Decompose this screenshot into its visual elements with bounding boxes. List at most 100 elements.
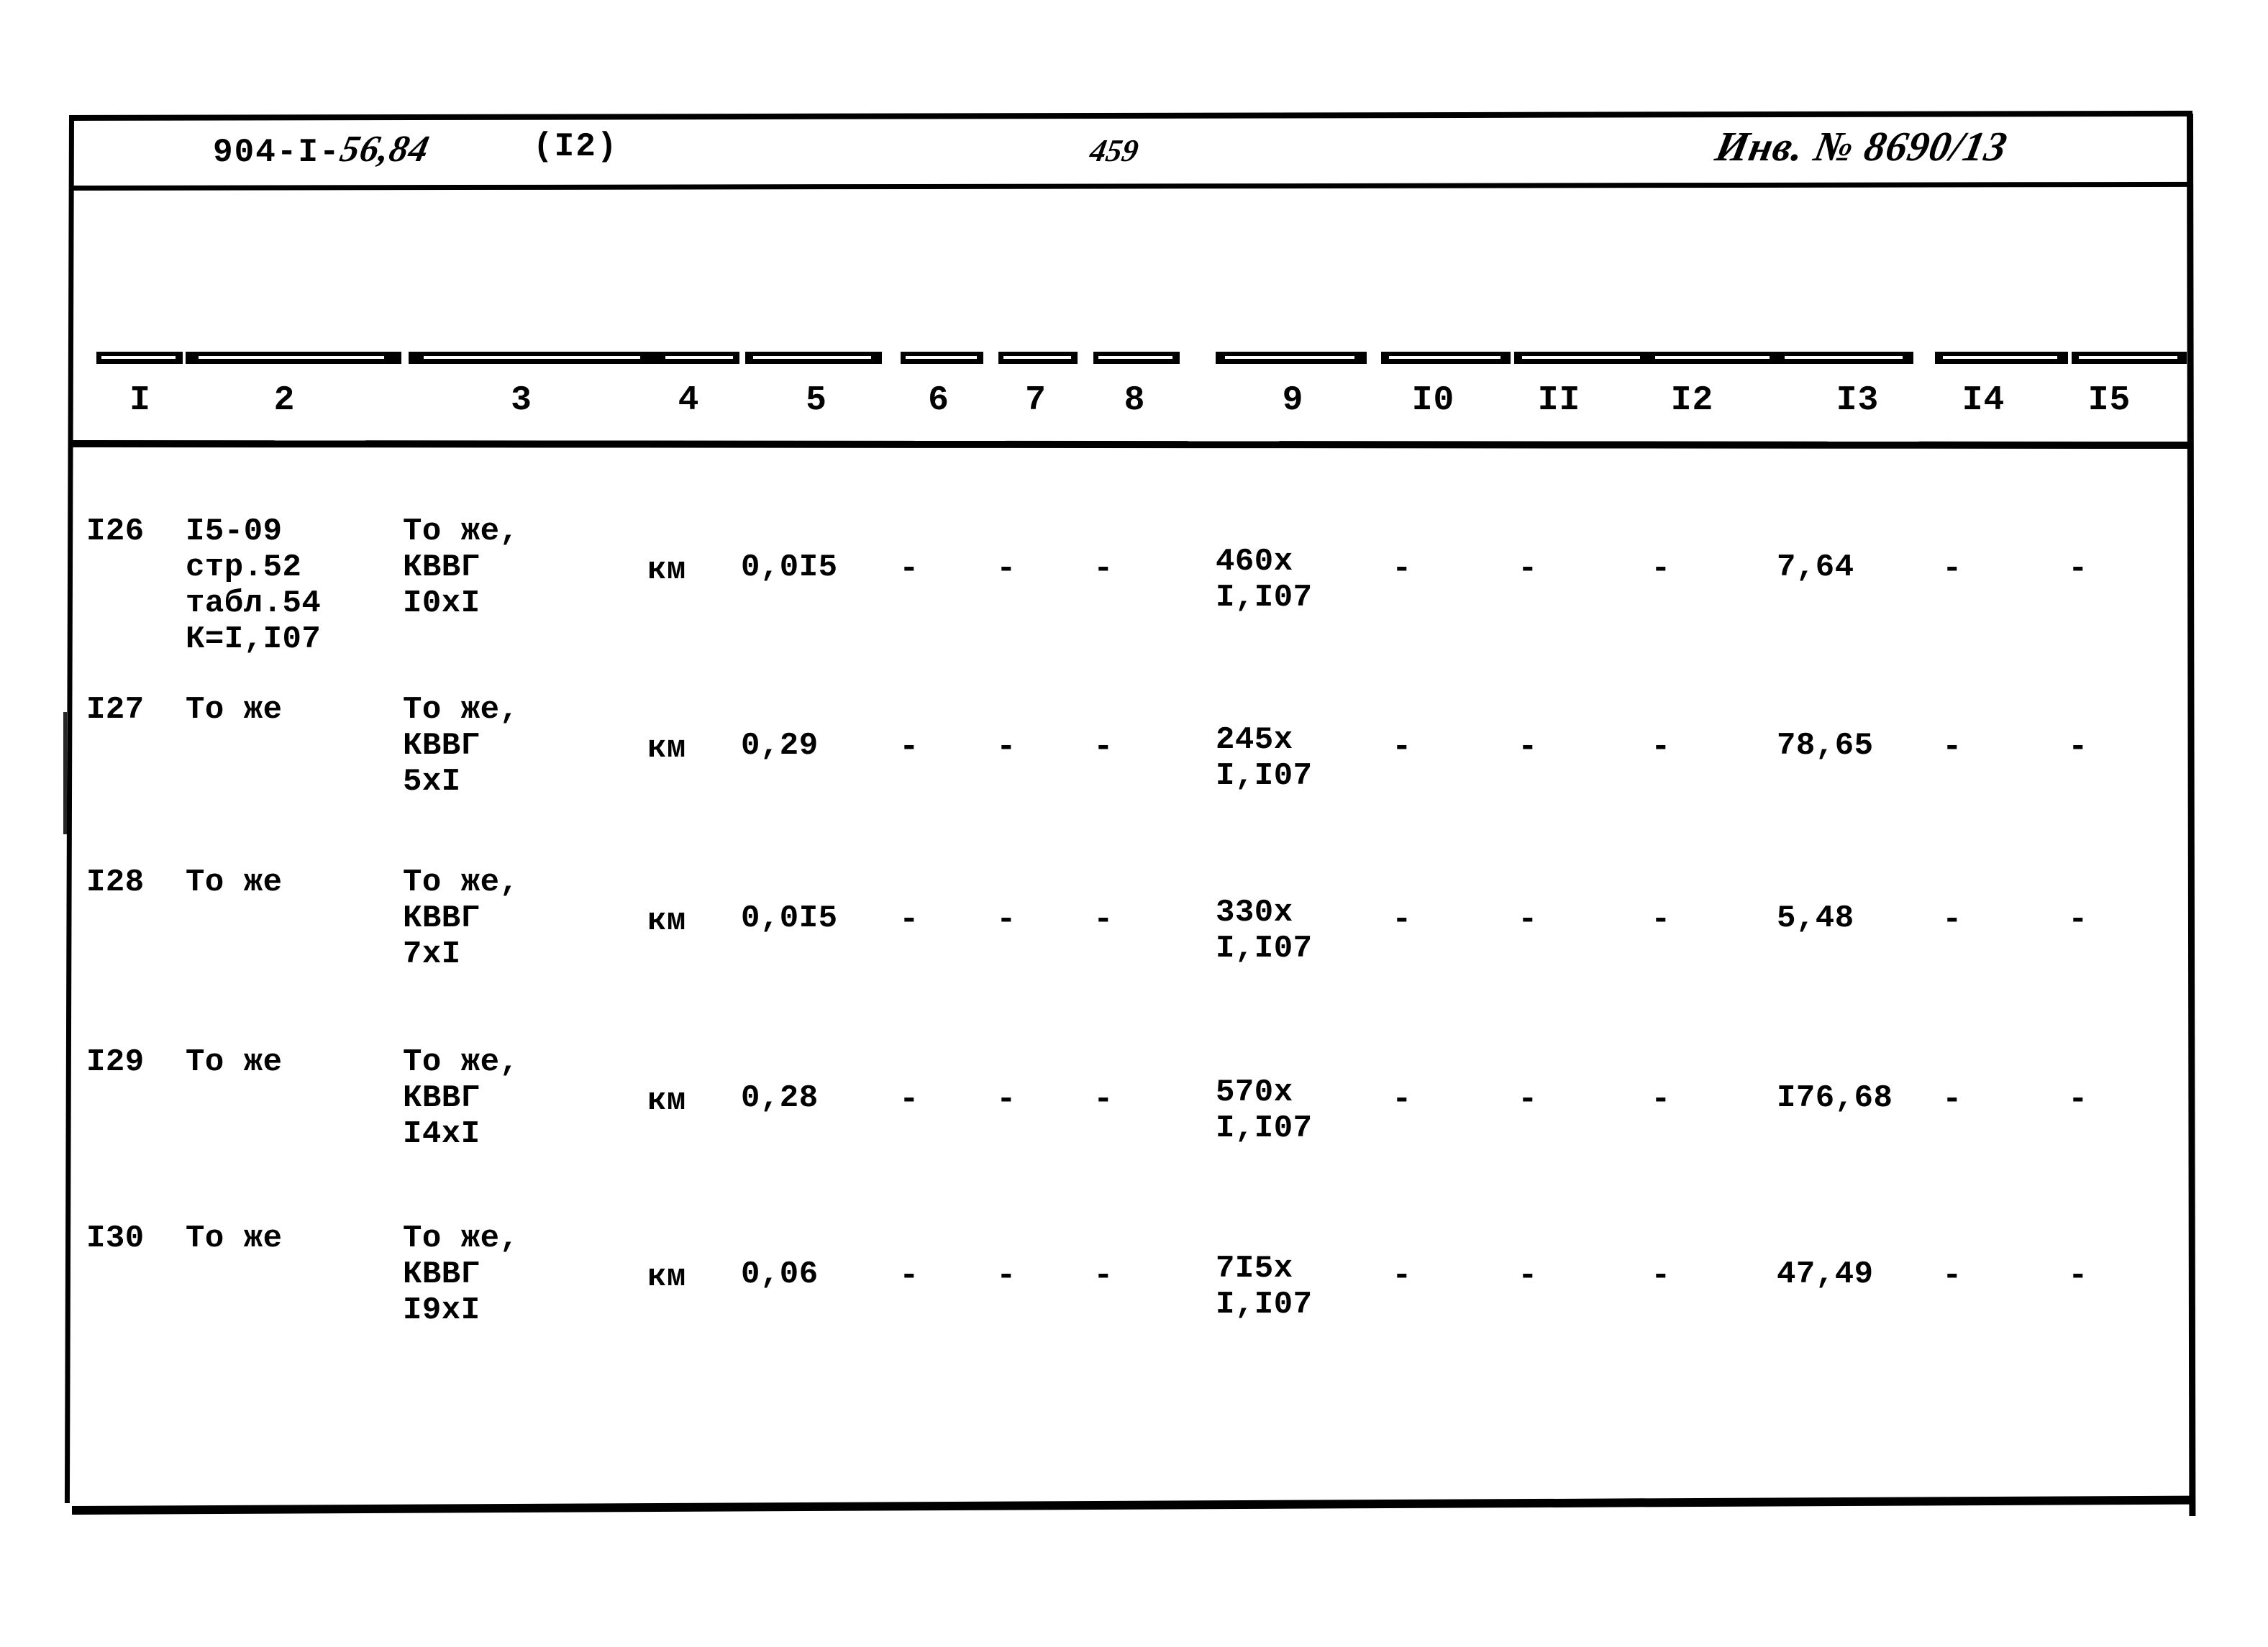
cell-r3-c8: - bbox=[1093, 902, 1176, 938]
cell-line: То же bbox=[186, 864, 283, 900]
column-rule-dash-14 bbox=[1935, 350, 2068, 364]
cell-line: I4xI bbox=[403, 1116, 481, 1152]
cell-line: - bbox=[899, 729, 919, 766]
cell-r3-c13: 5,48 bbox=[1777, 900, 1939, 936]
cell-line: - bbox=[2068, 901, 2088, 939]
cell-line: 7xI bbox=[403, 936, 461, 972]
cell-line: 7,64 bbox=[1777, 549, 1854, 585]
cell-line: 0,28 bbox=[741, 1080, 819, 1116]
cell-line: I,I07 bbox=[1216, 931, 1313, 967]
cell-line: км bbox=[647, 552, 686, 588]
cell-line: - bbox=[1093, 550, 1113, 588]
scanned-page: 904-I-56,84 (I2) 459 Инв. № 8690/13 I234… bbox=[0, 0, 2268, 1647]
cell-line: - bbox=[2068, 550, 2088, 588]
cell-r3-c6: - bbox=[899, 902, 978, 938]
cell-line: - bbox=[1942, 901, 1962, 939]
cell-r3-c7: - bbox=[996, 902, 1075, 938]
cell-line: КВВГ bbox=[403, 549, 481, 585]
cell-r5-c11: - bbox=[1518, 1258, 1600, 1294]
cell-r1-c10: - bbox=[1392, 551, 1475, 587]
document-series: (I2) bbox=[533, 128, 619, 165]
cell-line: 0,29 bbox=[741, 728, 819, 764]
document-code-prefix: 904-I- bbox=[213, 134, 341, 171]
cell-line: I26 bbox=[86, 514, 145, 549]
cell-line: То же, bbox=[403, 1044, 519, 1080]
column-rule-dash-15 bbox=[2072, 350, 2187, 364]
cell-r2-c13: 78,65 bbox=[1777, 728, 1939, 764]
cell-r3-c15: - bbox=[2068, 902, 2151, 938]
cell-r3-c14: - bbox=[1942, 902, 2025, 938]
column-header-5: 5 bbox=[806, 381, 827, 420]
cell-r1-c11: - bbox=[1518, 551, 1600, 587]
cell-r1-c14: - bbox=[1942, 551, 2025, 587]
column-rule-dash-9 bbox=[1216, 350, 1367, 364]
column-rule-dash-3 bbox=[409, 350, 660, 364]
cell-r1-c6: - bbox=[899, 551, 978, 587]
cell-line: 570х bbox=[1216, 1075, 1293, 1110]
cell-r1-c7: - bbox=[996, 551, 1075, 587]
cell-r3-c1: I28 bbox=[86, 864, 194, 900]
cell-line: - bbox=[1942, 1257, 1962, 1295]
cell-r4-c6: - bbox=[899, 1082, 978, 1118]
cell-line: I0xI bbox=[403, 585, 481, 621]
cell-r3-c10: - bbox=[1392, 902, 1475, 938]
cell-r2-c10: - bbox=[1392, 729, 1475, 765]
cell-line: То же bbox=[186, 1221, 283, 1256]
column-header-1: I bbox=[129, 381, 151, 420]
cell-r1-c9: 460х I,I07 bbox=[1216, 544, 1370, 616]
cell-line: КВВГ bbox=[403, 1256, 481, 1292]
cell-line: - bbox=[1518, 901, 1538, 939]
cell-r2-c9: 245х I,I07 bbox=[1216, 722, 1370, 794]
cell-line: То же bbox=[186, 1044, 283, 1080]
cell-r3-c3: То же, КВВГ 7xI bbox=[403, 864, 640, 972]
cell-r2-c14: - bbox=[1942, 729, 2025, 765]
cell-r2-c5: 0,29 bbox=[741, 728, 892, 764]
cell-line: - bbox=[1392, 550, 1412, 588]
cell-r2-c15: - bbox=[2068, 729, 2151, 765]
column-header-7: 7 bbox=[1025, 381, 1047, 420]
column-header-15: I5 bbox=[2087, 381, 2131, 420]
cell-r4-c4: км bbox=[647, 1083, 730, 1119]
column-rule-dash-6 bbox=[901, 350, 983, 364]
table-top-border bbox=[69, 110, 2193, 121]
cell-line: - bbox=[2068, 1081, 2088, 1118]
cell-r3-c12: - bbox=[1651, 902, 1734, 938]
cell-line: км bbox=[647, 1259, 686, 1295]
cell-line: То же bbox=[186, 692, 283, 728]
cell-r5-c9: 7I5х I,I07 bbox=[1216, 1251, 1370, 1323]
column-rule-dash-5 bbox=[745, 350, 882, 364]
cell-line: - bbox=[899, 901, 919, 939]
cell-line: - bbox=[1518, 550, 1538, 588]
cell-r1-c15: - bbox=[2068, 551, 2151, 587]
cell-line: I28 bbox=[86, 864, 145, 900]
cell-r1-c8: - bbox=[1093, 551, 1176, 587]
table-body: I26 I5-09 стр.52 табл.54 К=I,I07 То же, КВВГ I0… bbox=[0, 447, 2268, 1505]
cell-r2-c8: - bbox=[1093, 729, 1176, 765]
cell-line: I29 bbox=[86, 1044, 145, 1080]
inventory-number: Инв. № 8690/13 bbox=[1711, 123, 2012, 170]
cell-r5-c12: - bbox=[1651, 1258, 1734, 1294]
cell-r4-c14: - bbox=[1942, 1082, 2025, 1118]
cell-r4-c15: - bbox=[2068, 1082, 2151, 1118]
cell-line: км bbox=[647, 903, 686, 939]
cell-r2-c4: км bbox=[647, 731, 730, 767]
cell-line: - bbox=[1518, 1257, 1538, 1295]
column-header-6: 6 bbox=[928, 381, 949, 420]
cell-line: То же, bbox=[403, 692, 519, 728]
cell-line: - bbox=[996, 1257, 1016, 1295]
cell-r4-c2: То же bbox=[186, 1044, 383, 1080]
column-header-12: I2 bbox=[1670, 381, 1714, 420]
cell-line: - bbox=[996, 550, 1016, 588]
cell-line: I,I07 bbox=[1216, 1287, 1313, 1323]
cell-r2-c7: - bbox=[996, 729, 1075, 765]
column-header-3: 3 bbox=[511, 381, 532, 420]
column-header-9: 9 bbox=[1282, 381, 1304, 420]
cell-line: - bbox=[1093, 1257, 1113, 1295]
cell-r1-c12: - bbox=[1651, 551, 1734, 587]
column-header-14: I4 bbox=[1962, 381, 2005, 420]
column-header-8: 8 bbox=[1124, 381, 1146, 420]
cell-r3-c9: 330х I,I07 bbox=[1216, 895, 1370, 967]
cell-r4-c1: I29 bbox=[86, 1044, 194, 1080]
cell-line: - bbox=[2068, 729, 2088, 766]
cell-line: КВВГ bbox=[403, 1080, 481, 1116]
